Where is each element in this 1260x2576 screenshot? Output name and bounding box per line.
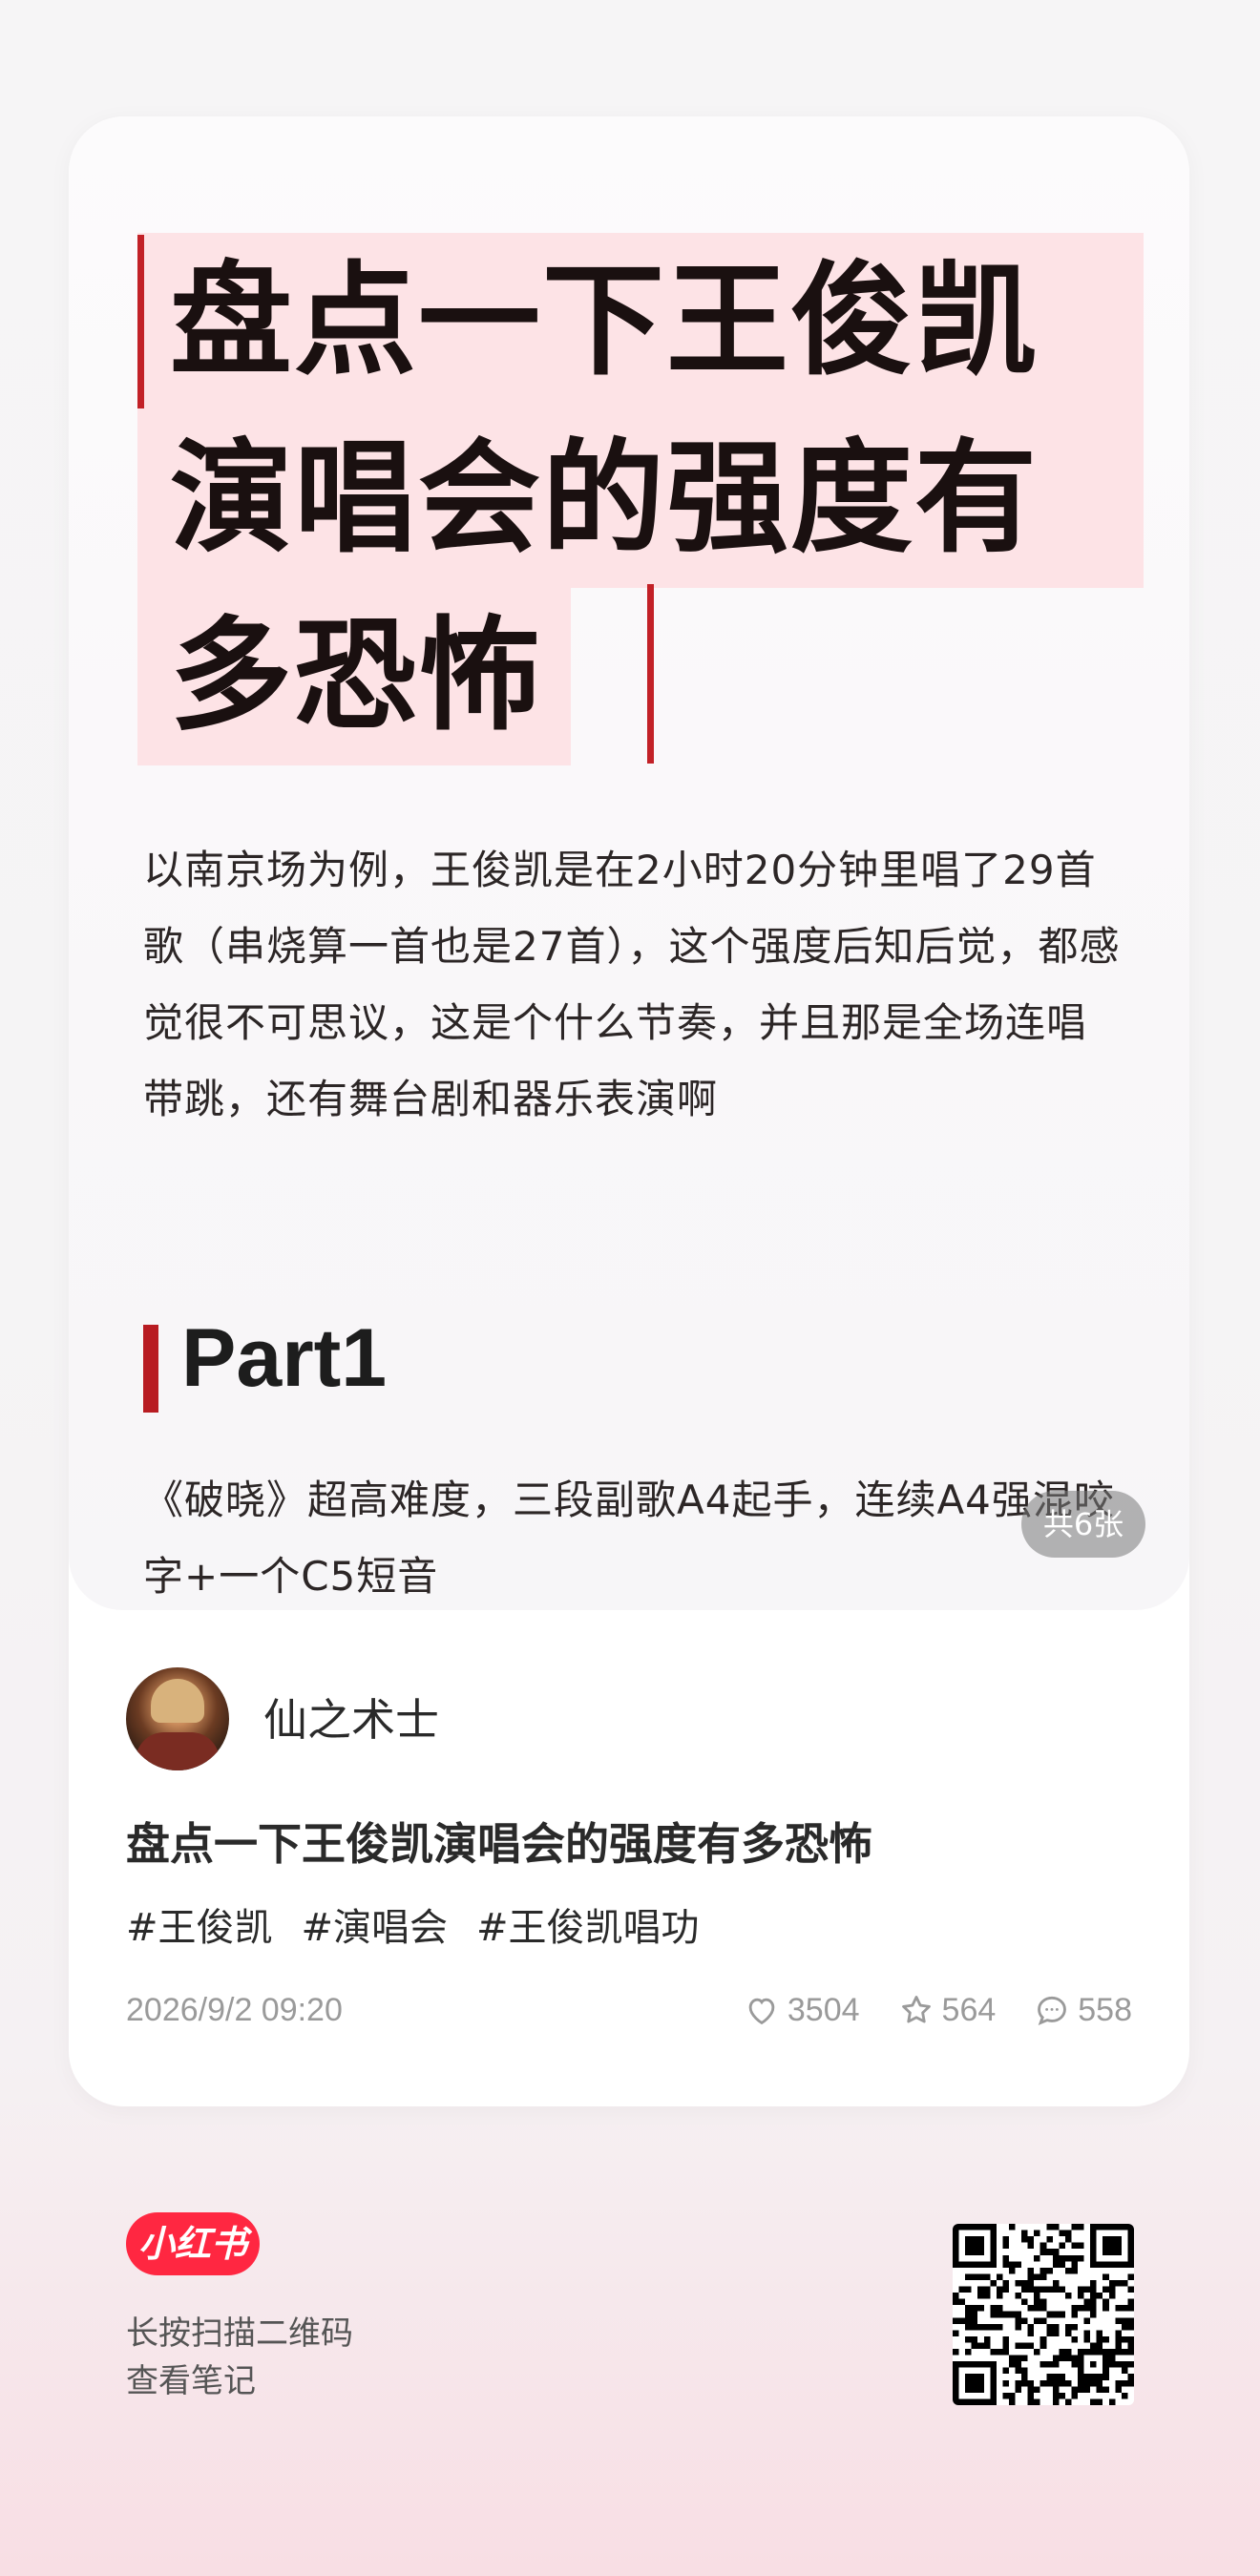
- like-stat[interactable]: 3504: [744, 1989, 860, 2031]
- avatar-hair: [151, 1679, 204, 1723]
- avatar-body: [136, 1732, 220, 1770]
- scan-hint-line: 查看笔记: [126, 2362, 256, 2400]
- xiaohongshu-logo: 小红书: [126, 2212, 260, 2275]
- note-card[interactable]: 盘点一下王俊凯 演唱会的强度有 多恐怖 以南京场为例，王俊凯是在2小时20分钟里…: [69, 116, 1189, 2106]
- scan-hint: 长按扫描二维码 查看笔记: [126, 2310, 353, 2405]
- favorite-stat[interactable]: 564: [898, 1989, 997, 2031]
- qr-code[interactable]: [953, 2224, 1134, 2405]
- section-accent-bar: [143, 1325, 158, 1413]
- author-name[interactable]: 仙之术士: [263, 1691, 439, 1749]
- heart-icon: [748, 1998, 775, 2025]
- qr-code-image: [953, 2224, 1134, 2405]
- hashtag[interactable]: #王俊凯: [126, 1901, 273, 1955]
- post-title: 盘点一下王俊凯演唱会的强度有多恐怖: [126, 1818, 872, 1870]
- star-icon: [901, 1996, 931, 2023]
- title-accent-bar: [647, 584, 654, 764]
- cover-image[interactable]: 盘点一下王俊凯 演唱会的强度有 多恐怖 以南京场为例，王俊凯是在2小时20分钟里…: [69, 116, 1189, 1610]
- post-stats: 3504 564 558: [744, 1989, 1132, 2031]
- scan-hint-line: 长按扫描二维码: [126, 2314, 353, 2353]
- cover-title-line: 演唱会的强度有: [137, 410, 1144, 588]
- cover-title-line: 盘点一下王俊凯: [137, 233, 1144, 410]
- favorite-count: 564: [941, 1992, 997, 2028]
- cover-paragraph: 以南京场为例，王俊凯是在2小时20分钟里唱了29首歌（串烧算一首也是27首），这…: [143, 847, 1121, 1122]
- hashtag[interactable]: #王俊凯唱功: [476, 1901, 700, 1955]
- hashtag[interactable]: #演唱会: [302, 1901, 449, 1955]
- section-paragraph: 《破晓》超高难度，三段副歌A4起手，连续A4强混咬字+一个C5短音: [143, 1476, 1115, 1600]
- comment-count: 558: [1078, 1992, 1132, 2028]
- tag-list: #王俊凯 #演唱会 #王俊凯唱功: [126, 1901, 700, 1955]
- cover-title-line: 多恐怖: [137, 588, 571, 765]
- comment-icon: [1038, 1996, 1067, 2025]
- section-heading: Part1: [181, 1312, 388, 1404]
- like-count: 3504: [787, 1992, 860, 2028]
- post-date: 2026/9/2 09:20: [126, 1992, 343, 2028]
- avatar[interactable]: [126, 1667, 229, 1770]
- title-accent-bar: [137, 235, 144, 408]
- comment-stat[interactable]: 558: [1034, 1989, 1132, 2031]
- image-count-badge: 共6张: [1021, 1491, 1145, 1558]
